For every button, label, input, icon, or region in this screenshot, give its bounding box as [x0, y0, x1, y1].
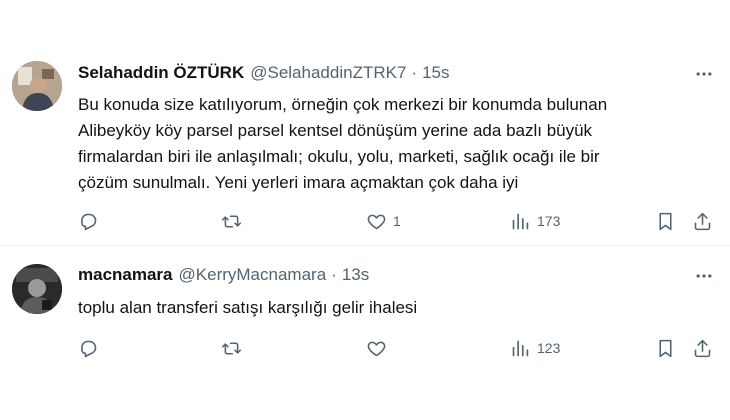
retweet-button[interactable]: [221, 206, 248, 236]
like-button[interactable]: [366, 333, 393, 363]
more-button[interactable]: [692, 264, 716, 288]
more-icon: [696, 72, 712, 76]
tweet[interactable]: Selahaddin ÖZTÜRK @SelahaddinZTRK7 · 15s…: [0, 0, 730, 246]
avatar-photo: [12, 61, 62, 111]
more-button[interactable]: [692, 62, 716, 86]
tweet-header: Selahaddin ÖZTÜRK @SelahaddinZTRK7 · 15s: [78, 62, 450, 84]
like-button[interactable]: 1: [366, 206, 401, 236]
views-button[interactable]: 173: [510, 206, 560, 236]
action-bar: 1 173: [0, 206, 730, 236]
timeline-feed: Selahaddin ÖZTÜRK @SelahaddinZTRK7 · 15s…: [0, 0, 730, 420]
like-count: 1: [393, 213, 401, 229]
views-button[interactable]: 123: [510, 333, 560, 363]
tweet-text: toplu alan transferi satışı karşılığı ge…: [78, 298, 418, 317]
tweet-header: macnamara @KerryMacnamara · 13s: [78, 264, 369, 286]
separator-dot: ·: [331, 265, 337, 284]
user-handle[interactable]: @KerryMacnamara: [179, 264, 327, 286]
avatar-photo: [12, 264, 62, 314]
avatar[interactable]: [12, 264, 62, 314]
share-icon: [694, 212, 711, 230]
separator-dot: ·: [411, 63, 418, 82]
user-handle[interactable]: @SelahaddinZTRK7: [250, 62, 406, 84]
views-icon: [512, 213, 529, 229]
heart-icon: [367, 341, 386, 356]
bookmark-button[interactable]: [655, 333, 676, 363]
share-button[interactable]: [692, 333, 713, 363]
more-icon: [696, 274, 712, 278]
reply-icon: [81, 213, 97, 230]
view-count: 173: [537, 213, 561, 229]
display-name[interactable]: macnamara: [78, 264, 173, 286]
view-count: 123: [537, 340, 561, 356]
bookmark-icon: [659, 212, 672, 230]
share-button[interactable]: [692, 206, 713, 236]
views-icon: [512, 340, 529, 356]
heart-icon: [367, 214, 386, 229]
timestamp[interactable]: 15s: [422, 62, 449, 84]
retweet-icon: [221, 341, 242, 355]
bookmark-icon: [659, 339, 672, 357]
reply-button[interactable]: [78, 206, 105, 236]
retweet-icon: [221, 214, 242, 228]
tweet-text: Bu konuda size katılıyorum, örneğin çok …: [78, 95, 608, 192]
avatar[interactable]: [12, 61, 62, 111]
bookmark-button[interactable]: [655, 206, 676, 236]
tweet[interactable]: macnamara @KerryMacnamara · 13s toplu al…: [0, 247, 730, 420]
display-name[interactable]: Selahaddin ÖZTÜRK: [78, 62, 244, 84]
timestamp[interactable]: 13s: [342, 264, 369, 286]
share-icon: [694, 339, 711, 357]
retweet-button[interactable]: [221, 333, 248, 363]
action-bar: 123: [0, 333, 730, 363]
reply-button[interactable]: [78, 333, 105, 363]
reply-icon: [81, 340, 97, 357]
